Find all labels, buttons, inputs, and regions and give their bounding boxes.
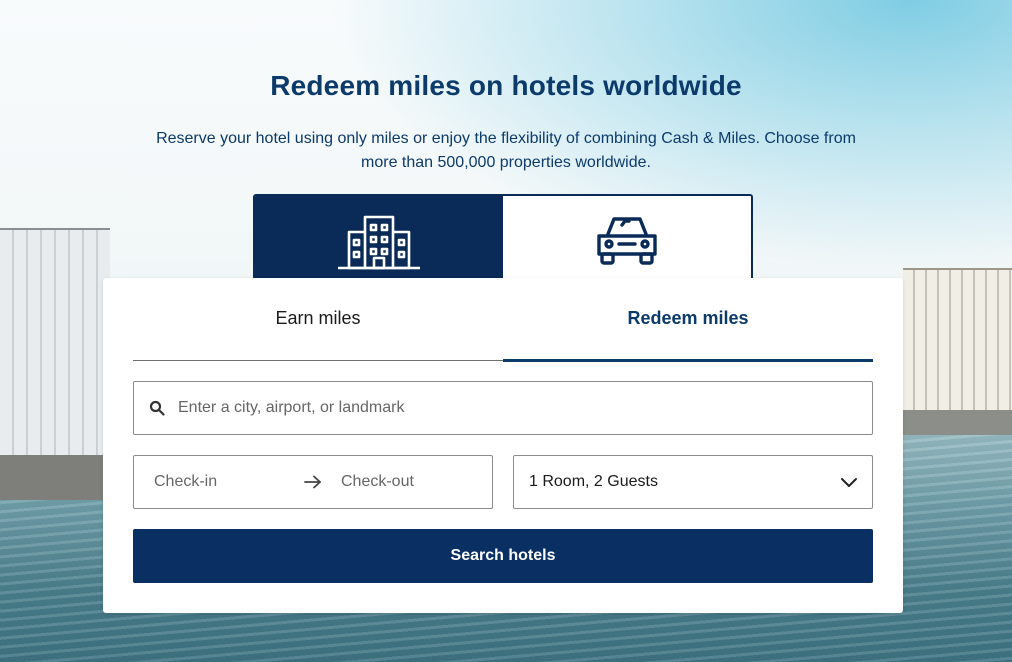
date-range-field[interactable]: Check-in Check-out: [133, 455, 493, 509]
hotel-building-icon: [338, 215, 420, 270]
tab-redeem-miles[interactable]: Redeem miles: [503, 278, 873, 362]
car-icon: [597, 217, 657, 265]
page-subtitle: Reserve your hotel using only miles or e…: [156, 130, 856, 171]
checkin-field[interactable]: Check-in: [154, 473, 217, 491]
background-building-right: [903, 270, 1012, 430]
tab-hotels[interactable]: [255, 196, 503, 280]
hotel-search-card: Earn miles Redeem miles Check-in Check-o…: [103, 278, 903, 613]
search-icon: [134, 400, 178, 416]
background-quay-left: [0, 455, 110, 500]
rooms-guests-select[interactable]: 1 Room, 2 Guests: [513, 455, 873, 509]
search-hotels-button[interactable]: Search hotels: [133, 529, 873, 583]
destination-input[interactable]: [178, 399, 858, 417]
arrow-right-icon: [304, 475, 322, 494]
destination-field[interactable]: [133, 381, 873, 435]
tab-cars[interactable]: [503, 196, 751, 280]
tab-earn-miles[interactable]: Earn miles: [133, 278, 503, 360]
rooms-guests-value: 1 Room, 2 Guests: [529, 473, 658, 490]
mode-tabs: Earn miles Redeem miles: [133, 278, 873, 362]
page-title: Redeem miles on hotels worldwide: [270, 70, 742, 101]
checkout-field[interactable]: Check-out: [341, 473, 414, 491]
chevron-down-icon: [841, 478, 857, 487]
background-quay-right: [903, 410, 1012, 435]
booking-type-tabs: [253, 194, 753, 280]
